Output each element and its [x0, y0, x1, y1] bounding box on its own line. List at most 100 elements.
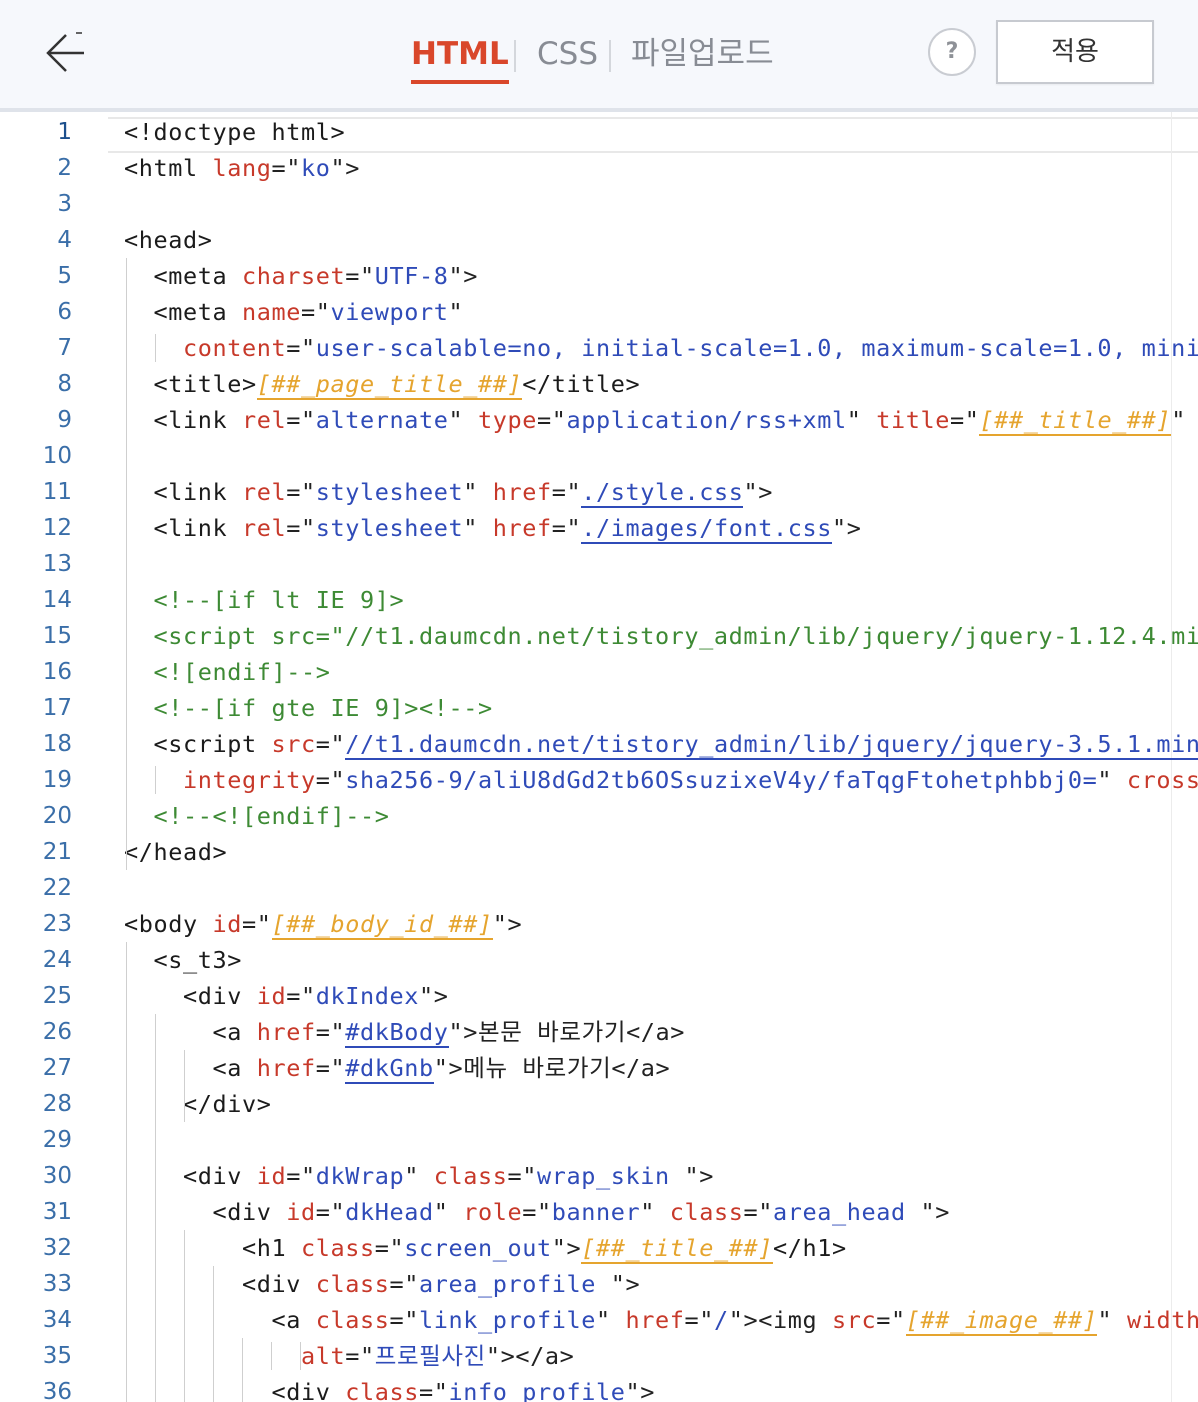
line-number: 31: [42, 1199, 72, 1225]
code-token: ": [846, 406, 877, 434]
help-button[interactable]: ?: [928, 28, 976, 76]
code-line[interactable]: 24 <s_t3>: [0, 942, 1198, 978]
code-text: integrity="sha256-9/aliU8dGd2tb6OSsuzixe…: [124, 762, 1198, 798]
code-line[interactable]: 36 <div class="info_profile">: [0, 1374, 1198, 1402]
code-token: <link: [153, 406, 242, 434]
tab-file-upload[interactable]: 파일업로드: [631, 34, 774, 74]
code-line[interactable]: 30 <div id="dkWrap" class="wrap_skin ">: [0, 1158, 1198, 1194]
apply-button[interactable]: 적용: [996, 20, 1154, 84]
code-line[interactable]: 9 <link rel="alternate" type="applicatio…: [0, 402, 1198, 438]
code-line[interactable]: 35 alt="프로필사진"></a>: [0, 1338, 1198, 1374]
code-token: info_profile: [448, 1378, 626, 1402]
code-line[interactable]: 5 <meta charset="UTF-8">: [0, 258, 1198, 294]
code-line[interactable]: 16 <![endif]-->: [0, 654, 1198, 690]
line-number: 14: [42, 587, 72, 613]
code-token: =": [286, 478, 316, 506]
code-line[interactable]: 8 <title>[##_page_title_##]</title>: [0, 366, 1198, 402]
code-token: <h1: [242, 1234, 301, 1262]
code-line[interactable]: 23 <body id="[##_body_id_##]">: [0, 906, 1198, 942]
code-line[interactable]: 22: [0, 870, 1198, 906]
code-token: <a: [212, 1018, 257, 1046]
code-token: role: [463, 1198, 523, 1226]
code-token: ": [1171, 406, 1198, 434]
code-token: =": [315, 1198, 346, 1226]
code-token: lang: [212, 154, 272, 182]
code-token: </div>: [183, 1090, 272, 1118]
code-line[interactable]: 27 <a href="#dkGnb">메뉴 바로가기</a>: [0, 1050, 1198, 1086]
code-token: src: [271, 730, 316, 758]
code-line[interactable]: 18 <script src="//t1.daumcdn.net/tistory…: [0, 726, 1198, 762]
code-line[interactable]: 20 <!--<![endif]-->: [0, 798, 1198, 834]
line-number: 32: [42, 1235, 72, 1261]
tab-css[interactable]: CSS: [537, 34, 598, 74]
line-number: 10: [42, 443, 72, 469]
code-line[interactable]: 29: [0, 1122, 1198, 1158]
code-token: <script: [153, 730, 272, 758]
code-line[interactable]: 12 <link rel="stylesheet" href="./images…: [0, 510, 1198, 546]
code-line[interactable]: 14 <!--[if lt IE 9]>: [0, 582, 1198, 618]
indent-guide: [184, 1230, 185, 1402]
code-token: "></a>: [485, 1342, 575, 1370]
code-token: id: [286, 1198, 316, 1226]
code-token: ./images/font.css: [581, 514, 832, 544]
code-token: <div: [242, 1270, 316, 1298]
code-token: ": [448, 298, 464, 326]
code-token: =": [551, 514, 582, 542]
line-number: 20: [42, 803, 72, 829]
code-text: <script src="//t1.daumcdn.net/tistory_ad…: [124, 618, 1198, 654]
tab-html[interactable]: HTML: [411, 34, 509, 84]
code-token: =": [301, 298, 331, 326]
code-token: class: [315, 1270, 390, 1298]
code-line[interactable]: 4 <head>: [0, 222, 1198, 258]
code-token: screen_out: [404, 1234, 552, 1262]
line-number: 17: [42, 695, 72, 721]
code-line[interactable]: 21 </head>: [0, 834, 1198, 870]
code-line[interactable]: 15 <script src="//t1.daumcdn.net/tistory…: [0, 618, 1198, 654]
line-number: 9: [57, 407, 72, 433]
code-token: type: [477, 406, 537, 434]
code-token: =": [522, 1198, 552, 1226]
code-line[interactable]: 33 <div class="area_profile ">: [0, 1266, 1198, 1302]
code-token: <link: [153, 514, 242, 542]
code-text: </head>: [124, 834, 227, 870]
code-token: ">: [551, 1234, 582, 1262]
code-line[interactable]: 19 integrity="sha256-9/aliU8dGd2tb6OSsuz…: [0, 762, 1198, 798]
indent-guide: [155, 1014, 156, 1402]
code-line[interactable]: 1 <!doctype html>: [0, 114, 1198, 150]
code-line[interactable]: 7 content="user-scalable=no, initial-sca…: [0, 330, 1198, 366]
code-token: alt: [300, 1342, 346, 1370]
line-number: 26: [42, 1019, 72, 1045]
code-line[interactable]: 2 <html lang="ko">: [0, 150, 1198, 186]
code-line[interactable]: 32 <h1 class="screen_out">[##_title_##]<…: [0, 1230, 1198, 1266]
code-line[interactable]: 6 <meta name="viewport": [0, 294, 1198, 330]
code-editor[interactable]: 1 <!doctype html> 2 <html lang="ko"> 3 4 <head…: [0, 112, 1198, 1402]
code-line[interactable]: 26 <a href="#dkBody">본문 바로가기</a>: [0, 1014, 1198, 1050]
code-line[interactable]: 17 <!--[if gte IE 9]><!-->: [0, 690, 1198, 726]
code-token: viewport: [330, 298, 449, 326]
code-line[interactable]: 28 </div>: [0, 1086, 1198, 1122]
code-token: user-scalable=no, initial-scale=1.0, max…: [315, 334, 1198, 362]
code-line[interactable]: 25 <div id="dkIndex">: [0, 978, 1198, 1014]
code-line[interactable]: 34 <a class="link_profile" href="/"><img…: [0, 1302, 1198, 1338]
code-line[interactable]: 11 <link rel="stylesheet" href="./style.…: [0, 474, 1198, 510]
code-token: <a: [212, 1054, 257, 1082]
code-line[interactable]: 10: [0, 438, 1198, 474]
code-text: <div id="dkHead" role="banner" class="ar…: [124, 1194, 950, 1230]
code-token: =": [315, 1018, 346, 1046]
code-token: =": [389, 1270, 419, 1298]
code-line[interactable]: 3: [0, 186, 1198, 222]
code-token: dkHead: [345, 1198, 434, 1226]
code-line[interactable]: 13: [0, 546, 1198, 582]
code-text: <link rel="stylesheet" href="./images/fo…: [124, 510, 861, 546]
code-line[interactable]: 31 <div id="dkHead" role="banner" class=…: [0, 1194, 1198, 1230]
code-token: =": [536, 406, 567, 434]
code-token: <a: [271, 1306, 316, 1334]
